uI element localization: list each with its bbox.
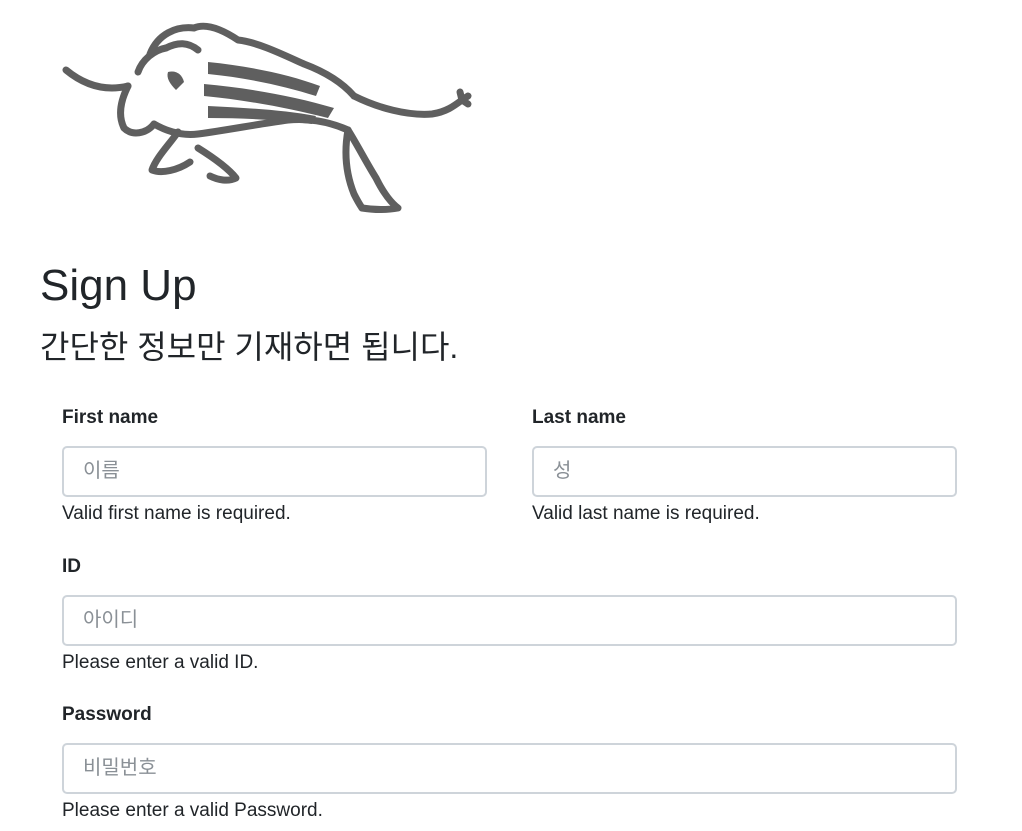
page-subtitle: 간단한 정보만 기재하면 됩니다.: [40, 329, 459, 365]
last-name-input[interactable]: [532, 446, 957, 497]
signup-page: Sign Up 간단한 정보만 기재하면 됩니다. First name Val…: [0, 0, 1022, 831]
password-input[interactable]: [62, 743, 957, 794]
first-name-group: First name Valid first name is required.: [62, 406, 487, 526]
password-feedback: Please enter a valid Password.: [62, 800, 323, 821]
last-name-label: Last name: [532, 407, 626, 428]
password-group: Password Please enter a valid Password.: [62, 703, 957, 823]
password-label: Password: [62, 704, 152, 725]
id-input[interactable]: [62, 595, 957, 646]
id-group: ID Please enter a valid ID.: [62, 555, 957, 675]
page-title: Sign Up: [40, 261, 197, 310]
first-name-input[interactable]: [62, 446, 487, 497]
first-name-feedback: Valid first name is required.: [62, 503, 291, 524]
id-feedback: Please enter a valid ID.: [62, 652, 259, 673]
last-name-group: Last name Valid last name is required.: [532, 406, 957, 526]
id-label: ID: [62, 556, 81, 577]
last-name-feedback: Valid last name is required.: [532, 503, 760, 524]
bull-logo-icon: [62, 22, 472, 213]
first-name-label: First name: [62, 407, 159, 428]
